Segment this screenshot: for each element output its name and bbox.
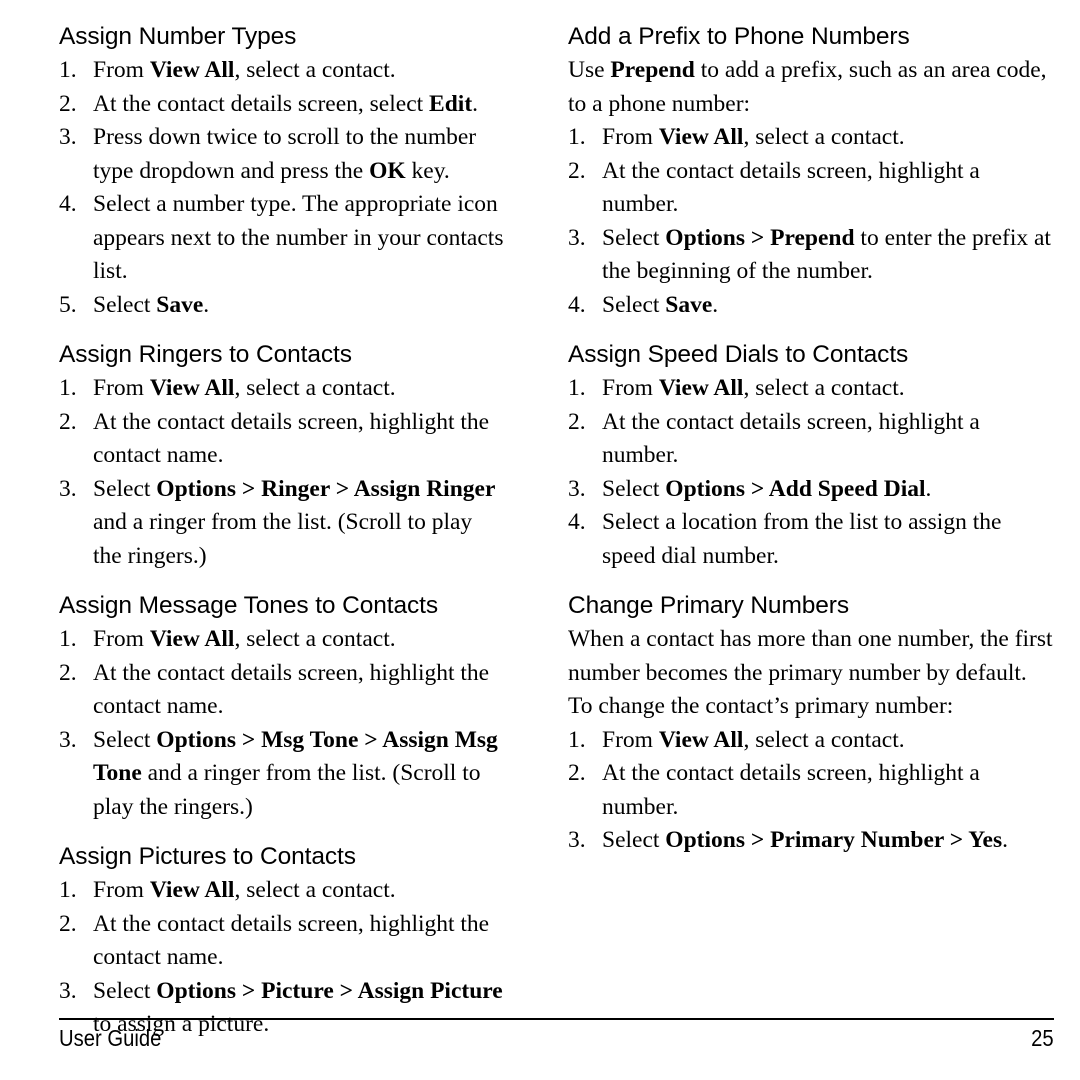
step-number: 3. (59, 977, 77, 1004)
step-number: 4. (568, 509, 586, 535)
steps-list: 1. From View All, select a contact. 2. At t… (568, 724, 1054, 858)
step-item: 1. From View All, select a contact. (568, 724, 1054, 758)
steps-list: 1. From View All, select a contact. 2. At t… (59, 874, 504, 1042)
step-text: At the contact details screen, highlight… (602, 158, 980, 218)
section: Assign Speed Dials to Contacts 1. From Vie… (568, 340, 1054, 573)
step-number: 1. (568, 375, 586, 401)
step-item: 2. At the contact details screen, highlig… (568, 406, 1054, 473)
step-text-0: At the contact details screen, highlight… (93, 910, 490, 971)
step-number: 4. (568, 291, 586, 318)
step-text: Select a location from the list to assig… (602, 509, 1001, 569)
step-text-0: Select (602, 224, 666, 251)
step-text-0: Select a location from the list to assig… (602, 509, 1002, 569)
step-item: 2. At the contact details screen, highlig… (59, 908, 504, 975)
step-text: From View All, select a contact. (93, 877, 396, 903)
step-text: At the contact details screen, highlight… (93, 911, 489, 971)
steps-list: 1. From View All, select a contact. 2. At t… (568, 372, 1054, 573)
step-text-2: . (712, 291, 719, 318)
step-emphasis-1: View All (658, 124, 744, 150)
step-number: 2. (568, 760, 586, 786)
step-text-2: , select a contact. (743, 375, 905, 401)
step-text-0: From (602, 124, 659, 150)
step-number: 2. (568, 408, 586, 435)
footer-page-number: 25 (1031, 1025, 1054, 1051)
step-emphasis-1: Save (665, 291, 713, 318)
step-emphasis-1: Options > Primary Number > Yes (665, 827, 1003, 853)
step-number: 2. (59, 910, 77, 937)
step-text: Select Options > Prepend to enter the pr… (602, 225, 1051, 285)
step-text: From View All, select a contact. (602, 124, 905, 150)
document-page: Assign Number Types 1. From View All, sele… (0, 0, 1080, 1080)
steps-list: 1. From View All, select a contact. 2. At t… (568, 121, 1054, 322)
step-item: 3. Select Options > Prepend to enter the … (568, 222, 1054, 289)
step-item: 1. From View All, select a contact. (568, 121, 1054, 155)
step-text-2: , select a contact. (234, 877, 396, 903)
step-text: At the contact details screen, highlight… (602, 760, 980, 820)
step-text: Select Options > Primary Number > Yes. (602, 827, 1008, 853)
page-footer: User Guide 25 (59, 1018, 1054, 1052)
step-text-0: Select (602, 291, 666, 318)
step-text: From View All, select a contact. (602, 375, 905, 401)
step-text: From View All, select a contact. (602, 727, 905, 753)
section: Change Primary Numbers When a contact has… (568, 591, 1054, 858)
step-text-0: At the contact details screen, highlight… (602, 157, 980, 218)
step-item: 3. Select Options > Add Speed Dial. (568, 473, 1054, 507)
footer-row: User Guide 25 (59, 1025, 1054, 1052)
section-intro-paragraph: Use Prepend to add a prefix, such as an … (568, 54, 1054, 121)
step-text-0: Select (93, 977, 157, 1004)
section: Add a Prefix to Phone Numbers Use Prepend… (568, 22, 1054, 322)
section: Assign Pictures to Contacts 1. From View A… (59, 842, 504, 1042)
step-text-0: Select (602, 827, 666, 853)
step-emphasis-1: Options > Add Speed Dial (665, 475, 926, 502)
step-text-0: From (93, 877, 150, 903)
step-text-0: From (602, 726, 659, 753)
step-emphasis-1: View All (658, 375, 744, 401)
step-number: 1. (59, 877, 77, 903)
step-item: 2. At the contact details screen, highlig… (568, 757, 1054, 824)
section-heading: Add a Prefix to Phone Numbers (568, 23, 910, 50)
section-heading: Assign Speed Dials to Contacts (568, 341, 909, 368)
footer-guide-label: User Guide (59, 1025, 162, 1051)
right-column: Add a Prefix to Phone Numbers Use Prepend… (0, 0, 1080, 862)
section-intro-paragraph: When a contact has more than one number,… (568, 623, 1054, 724)
step-emphasis-1: View All (149, 877, 235, 903)
step-item: 4. Select Save. (568, 289, 1054, 323)
step-text-2: , select a contact. (743, 726, 905, 753)
step-text: At the contact details screen, highlight… (602, 409, 980, 469)
step-text-0: Select (602, 475, 666, 502)
step-number: 1. (568, 726, 586, 753)
step-emphasis-1: Options > Picture > Assign Picture (156, 977, 503, 1004)
step-text-2: . (1002, 827, 1009, 853)
step-text: Select Options > Add Speed Dial. (602, 476, 931, 502)
step-text-2: . (925, 475, 932, 502)
intro-text-0: Use (568, 57, 611, 83)
step-number: 3. (568, 475, 586, 502)
step-item: 4. Select a location from the list to ass… (568, 506, 1054, 573)
step-text: Select Save. (602, 292, 718, 318)
intro-emphasis-1: Prepend (610, 57, 695, 83)
step-number: 1. (568, 124, 586, 150)
step-emphasis-1: View All (658, 726, 744, 753)
step-number: 2. (568, 157, 586, 184)
footer-divider (59, 1018, 1054, 1020)
step-number: 3. (568, 224, 586, 251)
step-item: 1. From View All, select a contact. (568, 372, 1054, 406)
step-item: 1. From View All, select a contact. (59, 874, 504, 908)
step-text-0: At the contact details screen, highlight… (602, 760, 980, 820)
section-heading: Change Primary Numbers (568, 592, 850, 619)
step-text-0: At the contact details screen, highlight… (602, 408, 980, 469)
step-number: 3. (568, 827, 586, 853)
step-emphasis-1: Options > Prepend (665, 224, 855, 251)
step-text-0: From (602, 375, 659, 401)
step-text-2: , select a contact. (743, 124, 905, 150)
step-item: 3. Select Options > Primary Number > Yes. (568, 824, 1054, 858)
step-item: 2. At the contact details screen, highlig… (568, 155, 1054, 222)
intro-text-0: When a contact has more than one number,… (568, 626, 1053, 719)
